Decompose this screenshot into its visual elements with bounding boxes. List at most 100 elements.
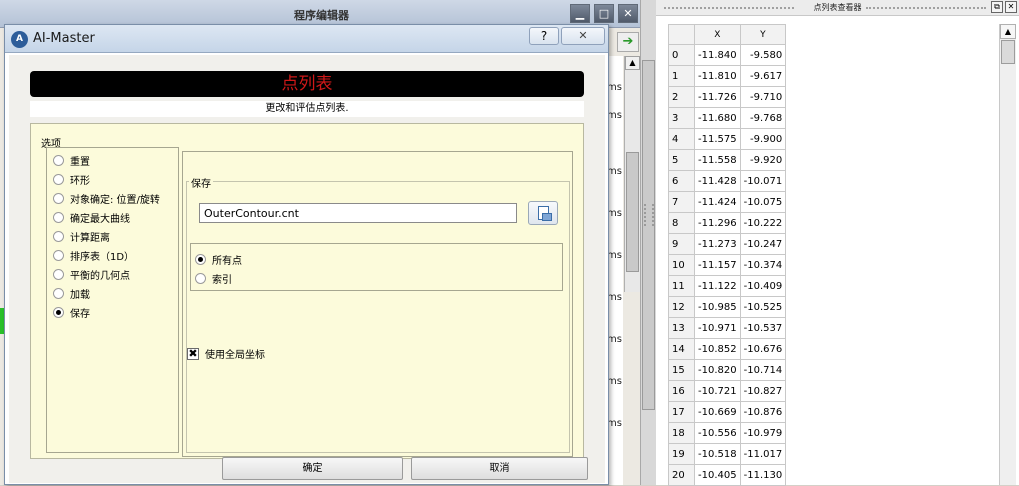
cancel-button[interactable]: 取消 [411,457,588,480]
table-row[interactable]: 20 -10.405 -11.130 [668,464,787,486]
options-list: 重置 环形 对象确定: 位置/旋转 确定最大曲线 计算距离 排序表（1D） 平衡… [46,147,179,453]
workspace-scrollbar[interactable] [640,0,656,485]
table-row[interactable]: 11 -11.122 -10.409 [668,275,787,297]
browse-file-button[interactable] [528,201,558,225]
table-row[interactable]: 14 -10.852 -10.676 [668,338,787,360]
radio-icon[interactable] [53,211,64,223]
row-index: 4 [668,128,695,150]
point-table: X Y 0 -11.840 -9.580 1 -11.810 -9.617 2 -11.726… [668,24,787,486]
radio-icon[interactable] [53,154,64,166]
table-row[interactable]: 15 -10.820 -10.714 [668,359,787,381]
row-index: 8 [668,212,695,234]
maximize-icon[interactable]: □ [594,4,614,23]
option-label: 排序表（1D） [70,251,135,263]
close-icon[interactable]: ✕ [1005,1,1017,13]
cell-x: -11.428 [694,170,741,192]
grip-dots [866,7,986,9]
table-row[interactable]: 7 -11.424 -10.075 [668,191,787,213]
ms-label: ms [607,418,622,429]
table-row[interactable]: 13 -10.971 -10.537 [668,317,787,339]
row-index: 14 [668,338,695,360]
option-save[interactable]: 保存 [53,304,90,320]
option-distance[interactable]: 计算距离 [53,228,110,244]
scroll-up-icon[interactable]: ▲ [625,56,640,70]
row-index: 20 [668,464,695,486]
radio-icon[interactable] [53,287,64,299]
option-all-points[interactable]: 所有点 [195,251,242,267]
cell-x: -10.721 [694,380,741,402]
option-max-curve[interactable]: 确定最大曲线 [53,209,130,225]
filename-input[interactable] [199,203,517,223]
cell-x: -11.680 [694,107,741,129]
row-index: 6 [668,170,695,192]
viewer-scroll-thumb[interactable] [1001,40,1015,64]
table-row[interactable]: 8 -11.296 -10.222 [668,212,787,234]
workspace-scroll-thumb[interactable] [642,60,655,410]
radio-icon[interactable] [53,192,64,204]
cell-y: -10.222 [739,212,787,234]
option-label: 索引 [212,274,232,286]
option-balanced-points[interactable]: 平衡的几何点 [53,266,130,282]
program-editor-scrollbar[interactable]: ▲ [624,56,640,292]
scroll-thumb[interactable] [626,152,639,272]
cell-x: -10.556 [694,422,741,444]
dialog-close-button[interactable]: ✕ [561,27,605,45]
option-index[interactable]: 索引 [195,270,232,286]
ms-label: ms [607,166,622,177]
table-row[interactable]: 18 -10.556 -10.979 [668,422,787,444]
radio-selected-icon[interactable] [195,253,206,265]
restore-icon[interactable]: ⧉ [991,1,1003,13]
table-row[interactable]: 6 -11.428 -10.071 [668,170,787,192]
table-row[interactable]: 4 -11.575 -9.900 [668,128,787,150]
table-row[interactable]: 12 -10.985 -10.525 [668,296,787,318]
minimize-icon[interactable]: ▁ [570,4,590,23]
help-button[interactable]: ? [529,27,559,45]
table-row[interactable]: 3 -11.680 -9.768 [668,107,787,129]
radio-icon[interactable] [53,230,64,242]
viewer-scrollbar[interactable]: ▲ [999,24,1016,485]
table-row[interactable]: 2 -11.726 -9.710 [668,86,787,108]
option-reset[interactable]: 重置 [53,152,90,168]
table-row[interactable]: 9 -11.273 -10.247 [668,233,787,255]
row-index: 3 [668,107,695,129]
table-row[interactable]: 0 -11.840 -9.580 [668,44,787,66]
row-index: 10 [668,254,695,276]
option-label: 确定最大曲线 [70,213,130,225]
radio-icon[interactable] [53,268,64,280]
row-index: 12 [668,296,695,318]
scroll-up-icon[interactable]: ▲ [1000,24,1016,39]
table-row[interactable]: 17 -10.669 -10.876 [668,401,787,423]
radio-icon[interactable] [195,272,206,284]
splitter-handle[interactable] [644,204,654,226]
table-row[interactable]: 16 -10.721 -10.827 [668,380,787,402]
radio-icon[interactable] [53,249,64,261]
arrow-right-icon[interactable]: ➔ [617,32,639,52]
cell-x: -11.273 [694,233,741,255]
row-index: 11 [668,275,695,297]
table-row[interactable]: 5 -11.558 -9.920 [668,149,787,171]
cell-x: -10.852 [694,338,741,360]
table-row[interactable]: 1 -11.810 -9.617 [668,65,787,87]
option-ring[interactable]: 环形 [53,171,90,187]
option-sort[interactable]: 排序表（1D） [53,247,134,263]
cell-x: -11.726 [694,86,741,108]
radio-icon[interactable] [53,173,64,185]
ms-label: ms [607,292,622,303]
use-global-coords[interactable]: ✖ 使用全局坐标 [187,346,265,361]
table-row[interactable]: 19 -10.518 -11.017 [668,443,787,465]
option-object-position[interactable]: 对象确定: 位置/旋转 [53,190,160,206]
ms-label: ms [607,82,622,93]
cell-y: -9.768 [739,107,787,129]
dialog-body: 点列表 更改和评估点列表. 选项 重置 环形 对象确定: 位置/旋转 确定最大曲… [9,55,605,483]
row-index: 0 [668,44,695,66]
cell-x: -11.424 [694,191,741,213]
ok-button[interactable]: 确定 [222,457,403,480]
option-label: 计算距离 [70,232,110,244]
table-row[interactable]: 10 -11.157 -10.374 [668,254,787,276]
radio-selected-icon[interactable] [53,306,64,318]
checkbox-checked-icon[interactable]: ✖ [187,347,199,360]
option-label: 平衡的几何点 [70,270,130,282]
option-load[interactable]: 加载 [53,285,90,301]
close-icon[interactable]: ✕ [618,4,638,23]
ms-label: ms [607,250,622,261]
